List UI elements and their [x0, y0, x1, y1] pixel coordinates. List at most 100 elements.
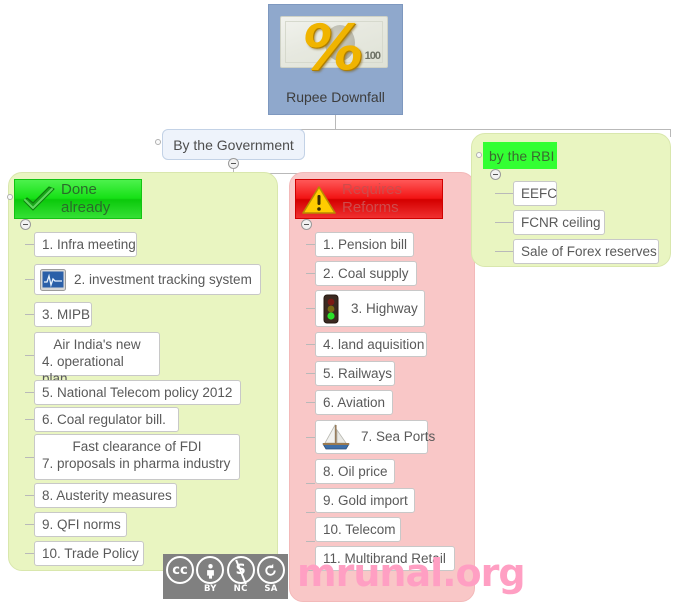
connector-rbi-3 [495, 251, 513, 252]
list-item[interactable]: 8. Austerity measures [34, 483, 177, 508]
dollar-percent-icon: 100 % [269, 5, 402, 87]
list-item-label: 1. Infra meeting [42, 236, 136, 252]
list-item[interactable]: 6. Coal regulator bill. [34, 407, 179, 432]
list-item[interactable]: 1. Pension bill [315, 232, 414, 257]
list-item[interactable]: 2. Coal supply [315, 261, 417, 286]
list-item-label: 4. land aquisition [323, 336, 425, 352]
list-item[interactable]: 5. Railways [315, 361, 395, 386]
list-item-label: 9. QFI norms [42, 516, 121, 532]
connector-done-4 [25, 355, 34, 356]
list-item-label-2: 7. proposals in pharma industry [42, 456, 231, 471]
header-label-by-the-rbi: by the RBI [489, 147, 555, 164]
cc-icon: cc [166, 556, 194, 584]
list-item-label: 2. Coal supply [323, 265, 409, 281]
list-item-label: Sale of Forex reserves [521, 243, 657, 259]
list-item-label: Fast clearance of FDI [72, 439, 202, 454]
connector-reforms-7 [306, 437, 315, 438]
list-item-label: 10. Trade Policy [42, 545, 139, 561]
connector-done-8 [25, 495, 34, 496]
branch-label-government: By the Government [173, 136, 294, 153]
connector-rbi-2 [495, 222, 513, 223]
done-node-left-dot[interactable] [7, 194, 13, 200]
list-item[interactable]: 6. Aviation [315, 390, 393, 415]
list-item-label: Air India's new [53, 337, 141, 352]
list-item[interactable]: 2. investment tracking system [34, 264, 261, 295]
cc-term-nc: S NC [226, 556, 255, 595]
list-item-label: 10. Telecom [323, 521, 396, 537]
list-item[interactable]: FCNR ceiling [513, 210, 605, 235]
root-node-rupee-downfall[interactable]: 100 % Rupee Downfall [268, 4, 403, 115]
list-item[interactable]: EEFC [513, 181, 557, 206]
list-item-label: 5. National Telecom policy 2012 [42, 384, 233, 400]
bill-denomination: 100 [364, 50, 381, 62]
list-item-label: 7. Sea Ports [361, 429, 436, 444]
cc-caption-sa: SA [264, 584, 278, 594]
header-label-requires-reforms: Requires Reforms [342, 181, 403, 216]
list-item-label: 6. Aviation [323, 394, 386, 410]
list-item-label: 8. Oil price [323, 463, 388, 479]
list-item[interactable]: 9. QFI norms [34, 512, 127, 537]
government-collapse-toggle[interactable] [228, 158, 239, 169]
rbi-collapse-toggle[interactable] [490, 169, 501, 180]
list-item[interactable]: 1. Infra meeting [34, 232, 137, 257]
connector-reforms-1 [306, 244, 315, 245]
list-item-label: 3. Highway [351, 300, 418, 316]
connector-reforms-5 [306, 373, 315, 374]
person-icon [196, 556, 225, 584]
warning-triangle-icon [302, 186, 336, 214]
list-item[interactable]: 10. Trade Policy [34, 541, 144, 566]
list-item[interactable]: Sale of Forex reserves [513, 239, 659, 264]
cc-term-by: BY [196, 556, 225, 595]
mindmap-canvas: 100 % Rupee Downfall By the Government D… [0, 0, 679, 602]
connector-reforms-9 [306, 512, 315, 513]
list-item-label: 3. MIPB [42, 306, 91, 322]
done-collapse-toggle[interactable] [20, 219, 31, 230]
share-alike-icon [256, 556, 285, 584]
list-item[interactable]: 3. MIPB [34, 302, 92, 327]
list-item-label: FCNR ceiling [521, 214, 601, 230]
header-done-already[interactable]: Done already [14, 179, 142, 219]
list-item[interactable]: 9. Gold import [315, 488, 415, 513]
green-check-icon [23, 186, 55, 211]
list-item-label: 1. Pension bill [323, 236, 408, 252]
list-item[interactable]: 4. land aquisition [315, 332, 427, 357]
chart-monitor-icon [40, 268, 66, 291]
reforms-collapse-toggle[interactable] [301, 219, 312, 230]
list-item-label: 9. Gold import [323, 492, 408, 508]
connector-done-6 [25, 419, 34, 420]
government-node-left-dot[interactable] [155, 139, 161, 145]
connector-reforms-10 [306, 541, 315, 542]
connector-done-5 [25, 392, 34, 393]
root-node-label: Rupee Downfall [286, 89, 385, 105]
list-item[interactable]: 8. Oil price [315, 459, 395, 484]
cc-caption-by: BY [203, 584, 217, 594]
connector-root-stem [335, 115, 336, 129]
header-requires-reforms[interactable]: Requires Reforms [295, 179, 443, 219]
branch-node-by-the-government[interactable]: By the Government [162, 129, 305, 160]
connector-to-rbi [670, 129, 671, 137]
list-item[interactable]: 5. National Telecom policy 2012 [34, 380, 241, 405]
cc-mark: cc [166, 556, 194, 595]
list-item[interactable]: Fast clearance of FDI 7. proposals in ph… [34, 434, 240, 480]
header-label-done-already: Done already [61, 181, 111, 216]
list-item[interactable]: 7. Sea Ports [315, 420, 435, 454]
site-watermark: mrunal.org [297, 551, 526, 595]
connector-done-3 [25, 314, 34, 315]
creative-commons-badge: cc BY S NC SA [163, 554, 288, 599]
no-commercial-icon: S [226, 556, 255, 585]
list-item-label: 6. Coal regulator bill. [42, 411, 166, 427]
list-item[interactable]: Air India's new 4. operational plan [34, 332, 160, 386]
list-item[interactable]: 10. Telecom [315, 517, 401, 542]
connector-done-2 [25, 279, 34, 280]
list-item-label: EEFC [521, 185, 558, 201]
connector-done-7 [25, 457, 34, 458]
connector-reforms-6 [306, 402, 315, 403]
rbi-node-left-dot[interactable] [476, 152, 482, 158]
connector-reforms-4 [306, 344, 315, 345]
list-item[interactable]: 3. Highway [315, 290, 425, 327]
connector-done-1 [25, 244, 34, 245]
percent-glyph: % [302, 11, 365, 84]
header-by-the-rbi[interactable]: by the RBI [483, 142, 557, 169]
connector-reforms-8 [306, 483, 315, 484]
list-item-label: 8. Austerity measures [42, 487, 172, 503]
